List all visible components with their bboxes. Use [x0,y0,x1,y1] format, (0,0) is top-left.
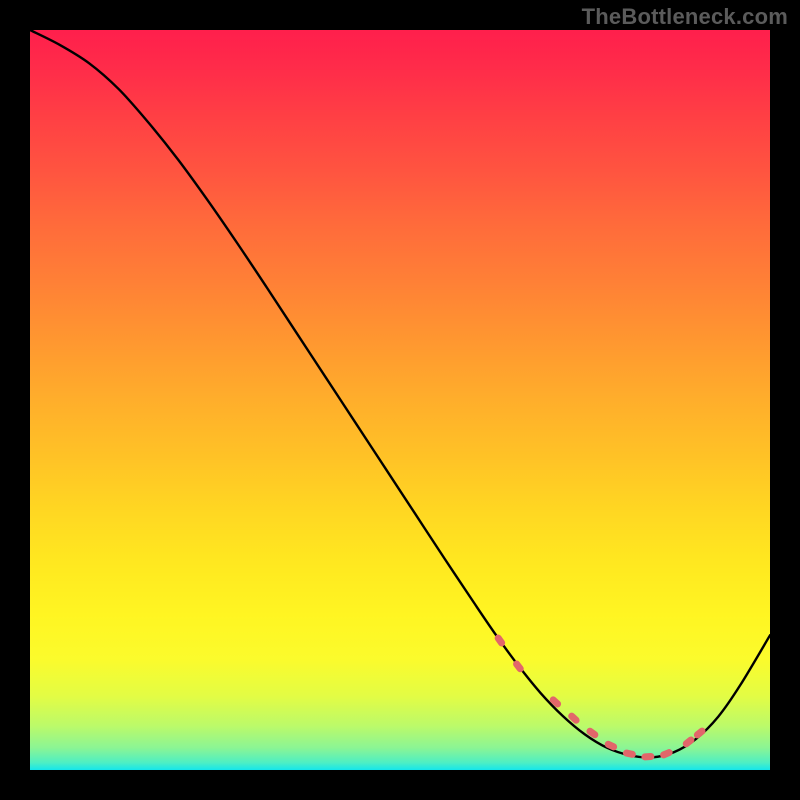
highlight-dot [548,695,562,709]
highlight-dot [585,726,600,739]
highlight-dot [622,749,636,759]
highlight-dots [493,633,707,760]
highlight-dot [659,748,674,759]
highlight-dot [641,753,654,761]
bottleneck-curve [30,30,770,758]
watermark-text: TheBottleneck.com [582,4,788,30]
highlight-dot [692,726,707,740]
curve-svg [30,30,770,770]
plot-area [30,30,770,770]
chart-frame: TheBottleneck.com [0,0,800,800]
